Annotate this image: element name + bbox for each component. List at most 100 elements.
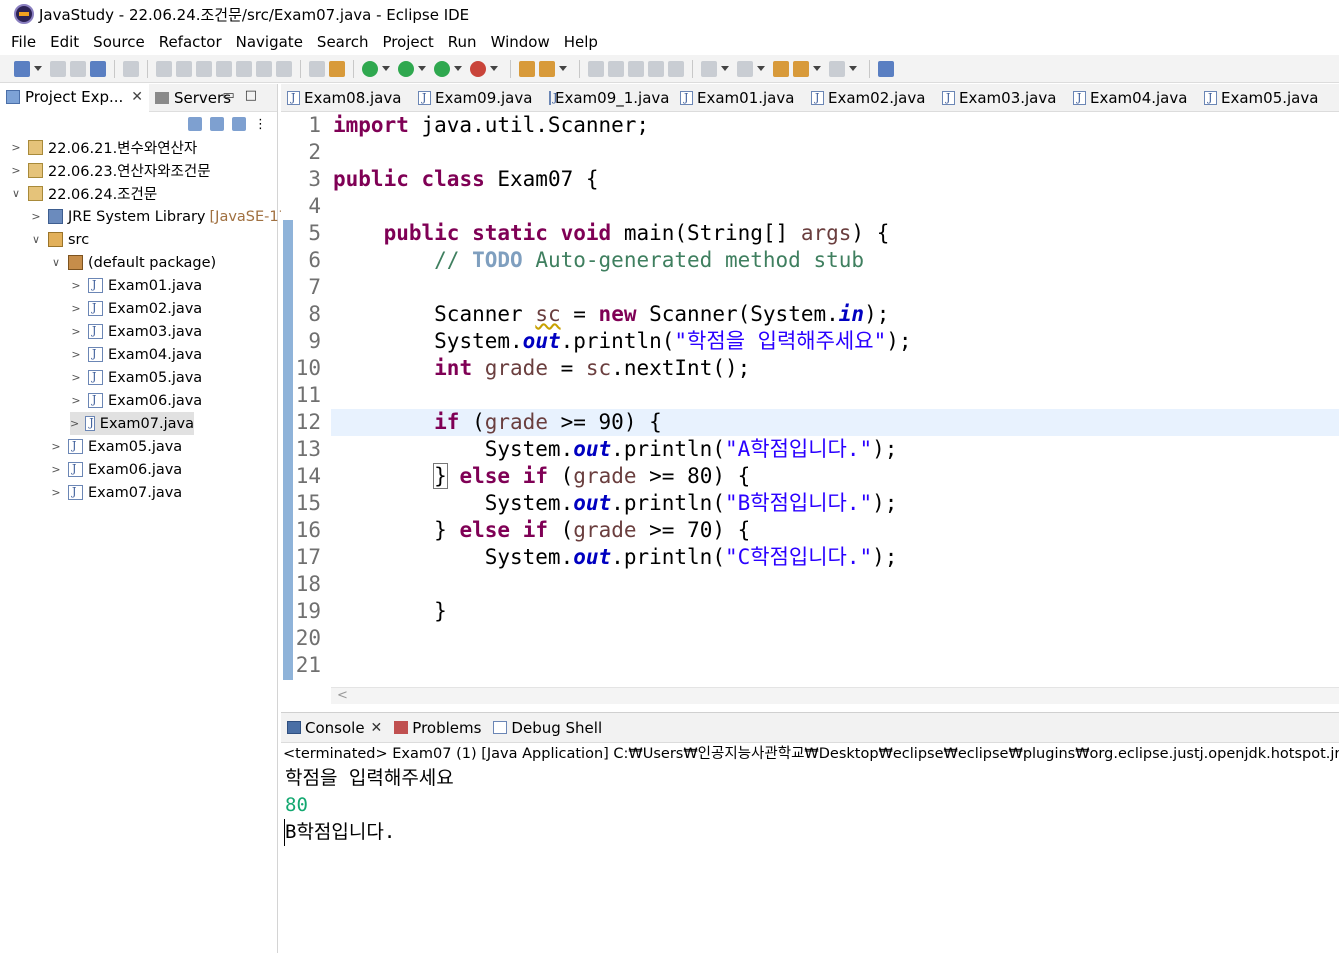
collapse-icon[interactable]: ∨: [10, 187, 22, 200]
editor-tab[interactable]: Exam04.java: [1067, 84, 1198, 112]
code-line[interactable]: [331, 652, 1339, 679]
code-line[interactable]: [331, 274, 1339, 301]
toggle-block-selection-icon[interactable]: [648, 60, 664, 77]
suspend-icon[interactable]: [176, 60, 192, 77]
open-type-icon[interactable]: [588, 60, 604, 77]
back-dropdown-icon[interactable]: [813, 66, 821, 71]
editor-tab[interactable]: Exam03.java: [936, 84, 1067, 112]
last-edit-location-icon[interactable]: [773, 60, 789, 77]
step-return-icon[interactable]: [276, 60, 292, 77]
tree-item-file[interactable]: > Exam01.java: [70, 274, 202, 297]
coverage-icon[interactable]: [434, 60, 450, 77]
menu-refactor[interactable]: Refactor: [159, 33, 222, 51]
editor-tab[interactable]: Exam02.java: [805, 84, 936, 112]
code-line[interactable]: [331, 382, 1339, 409]
code-line[interactable]: int grade = sc.nextInt();: [331, 355, 1339, 382]
tree-item-file[interactable]: > Exam05.java: [70, 366, 202, 389]
build-icon[interactable]: [309, 60, 325, 77]
new-icon[interactable]: [14, 60, 30, 77]
external-tools-icon[interactable]: [470, 60, 486, 77]
forward-dropdown-icon[interactable]: [849, 66, 857, 71]
code-line[interactable]: public static void main(String[] args) {: [331, 220, 1339, 247]
open-console-icon[interactable]: [90, 60, 106, 77]
link-with-editor-icon[interactable]: [210, 117, 224, 131]
back-icon[interactable]: [793, 60, 809, 77]
menu-source[interactable]: Source: [93, 33, 145, 51]
close-icon[interactable]: ✕: [131, 89, 143, 105]
minimize-maximize-icons[interactable]: ▭□: [222, 88, 267, 103]
close-icon[interactable]: ✕: [371, 720, 383, 736]
tab-debug-shell[interactable]: Debug Shell: [493, 719, 602, 737]
tree-item-project[interactable]: > 22.06.23.연산자와조건문: [10, 159, 211, 182]
menu-search[interactable]: Search: [317, 33, 369, 51]
console-output-line[interactable]: 학점을 입력해주세요: [281, 765, 1339, 792]
show-whitespace-icon[interactable]: [668, 60, 684, 77]
code-line[interactable]: // TODO Auto-generated method stub: [331, 247, 1339, 274]
new-java-package-icon[interactable]: [519, 60, 535, 77]
new-class-dropdown-icon[interactable]: [559, 66, 567, 71]
code-line[interactable]: [331, 571, 1339, 598]
search-icon[interactable]: [608, 60, 624, 77]
console-output-line[interactable]: B학점입니다.: [284, 819, 1339, 846]
toggle-highlight-icon[interactable]: [628, 60, 644, 77]
tab-problems[interactable]: Problems: [394, 719, 481, 737]
tab-console[interactable]: Console ✕: [287, 719, 382, 737]
code-line[interactable]: [331, 625, 1339, 652]
expand-icon[interactable]: >: [10, 141, 22, 154]
code-line[interactable]: } else if (grade >= 70) {: [331, 517, 1339, 544]
open-perspective-icon[interactable]: [878, 60, 894, 77]
code-line[interactable]: }: [331, 598, 1339, 625]
menu-edit[interactable]: Edit: [50, 33, 79, 51]
run-dropdown-icon[interactable]: [418, 66, 426, 71]
expand-icon[interactable]: >: [10, 164, 22, 177]
code-line[interactable]: public class Exam07 {: [331, 166, 1339, 193]
menu-window[interactable]: Window: [491, 33, 550, 51]
save-icon[interactable]: [50, 60, 66, 77]
tree-item-project[interactable]: > 22.06.21.변수와연산자: [10, 136, 197, 159]
tree-item-file[interactable]: > Exam06.java: [50, 458, 182, 481]
next-annotation-icon[interactable]: [701, 60, 717, 77]
external-tools-dropdown-icon[interactable]: [490, 66, 498, 71]
tree-item-package[interactable]: ∨ (default package): [50, 251, 216, 274]
expand-icon[interactable]: >: [70, 325, 82, 338]
menu-project[interactable]: Project: [382, 33, 433, 51]
tree-item-file[interactable]: > Exam04.java: [70, 343, 202, 366]
expand-icon[interactable]: >: [30, 210, 42, 223]
collapse-icon[interactable]: ∨: [30, 233, 42, 246]
code-line[interactable]: System.out.println("C학점입니다.");: [331, 544, 1339, 571]
code-line[interactable]: System.out.println("A학점입니다.");: [331, 436, 1339, 463]
coverage-dropdown-icon[interactable]: [454, 66, 462, 71]
tree-item-src[interactable]: ∨ src: [30, 228, 89, 251]
expand-icon[interactable]: >: [70, 394, 82, 407]
editor-tab[interactable]: Exam05.java: [1198, 84, 1329, 112]
expand-icon[interactable]: >: [50, 486, 62, 499]
menu-navigate[interactable]: Navigate: [236, 33, 303, 51]
new-java-class-icon[interactable]: [539, 60, 555, 77]
debug-dropdown-icon[interactable]: [382, 66, 390, 71]
code-line[interactable]: [331, 139, 1339, 166]
collapse-all-icon[interactable]: [188, 117, 202, 131]
new-dropdown-icon[interactable]: [34, 66, 42, 71]
code-line[interactable]: Scanner sc = new Scanner(System.in);: [331, 301, 1339, 328]
expand-icon[interactable]: >: [70, 302, 82, 315]
tree-item-project[interactable]: ∨ 22.06.24.조건문: [10, 182, 157, 205]
disconnect-icon[interactable]: [216, 60, 232, 77]
run-icon[interactable]: [398, 60, 414, 77]
view-menu-icon[interactable]: ⋮: [254, 117, 267, 132]
forward-icon[interactable]: [829, 60, 845, 77]
debug-icon[interactable]: [362, 60, 378, 77]
editor-tab[interactable]: Exam09_1.java: [543, 84, 674, 112]
expand-icon[interactable]: >: [50, 463, 62, 476]
tab-project-explorer[interactable]: Project Exp... ✕: [0, 83, 150, 112]
menu-file[interactable]: File: [11, 33, 36, 51]
tree-item-file[interactable]: > Exam02.java: [70, 297, 202, 320]
step-into-icon[interactable]: [236, 60, 252, 77]
terminate-icon[interactable]: [196, 60, 212, 77]
code-text[interactable]: import java.util.Scanner; public class E…: [331, 112, 1339, 679]
step-over-icon[interactable]: [256, 60, 272, 77]
toggle-mark-icon[interactable]: [329, 60, 345, 77]
code-line[interactable]: import java.util.Scanner;: [331, 112, 1339, 139]
code-line[interactable]: [331, 193, 1339, 220]
code-line[interactable]: System.out.println("B학점입니다.");: [331, 490, 1339, 517]
tree-item-file[interactable]: > Exam03.java: [70, 320, 202, 343]
